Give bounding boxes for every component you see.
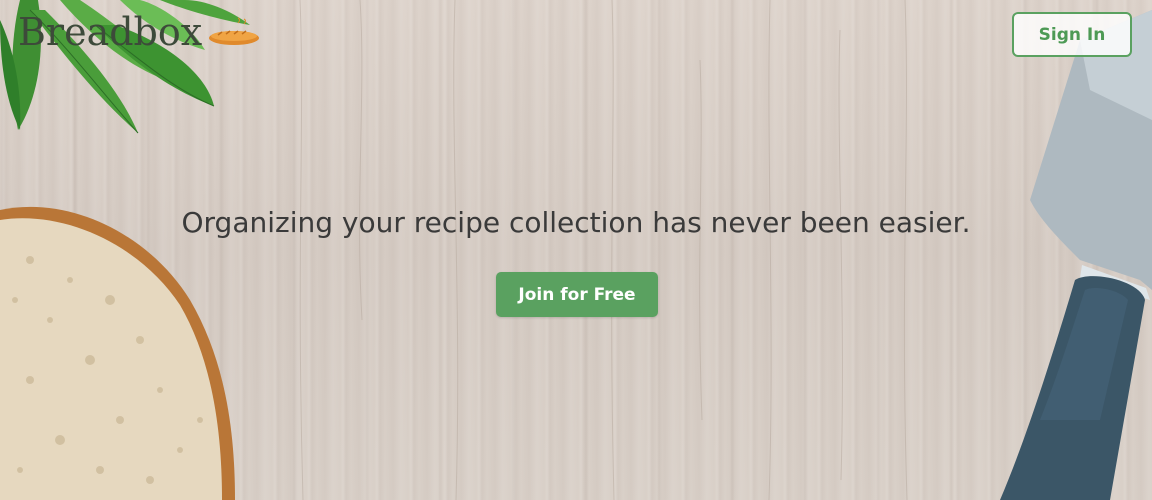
brand-logo[interactable]: Breadbox <box>18 10 260 54</box>
bread-slice <box>0 206 235 500</box>
hero-background: Breadbox Sign In Organizing your recipe … <box>0 0 1152 500</box>
join-for-free-button[interactable]: Join for Free <box>496 272 658 317</box>
hero-tagline: Organizing your recipe collection has ne… <box>181 206 971 239</box>
brand-name: Breadbox <box>18 10 203 54</box>
knife <box>1000 10 1152 500</box>
bread-loaf-icon <box>209 17 260 45</box>
sign-in-button[interactable]: Sign In <box>1012 12 1132 57</box>
hero-decoration <box>0 0 1152 500</box>
